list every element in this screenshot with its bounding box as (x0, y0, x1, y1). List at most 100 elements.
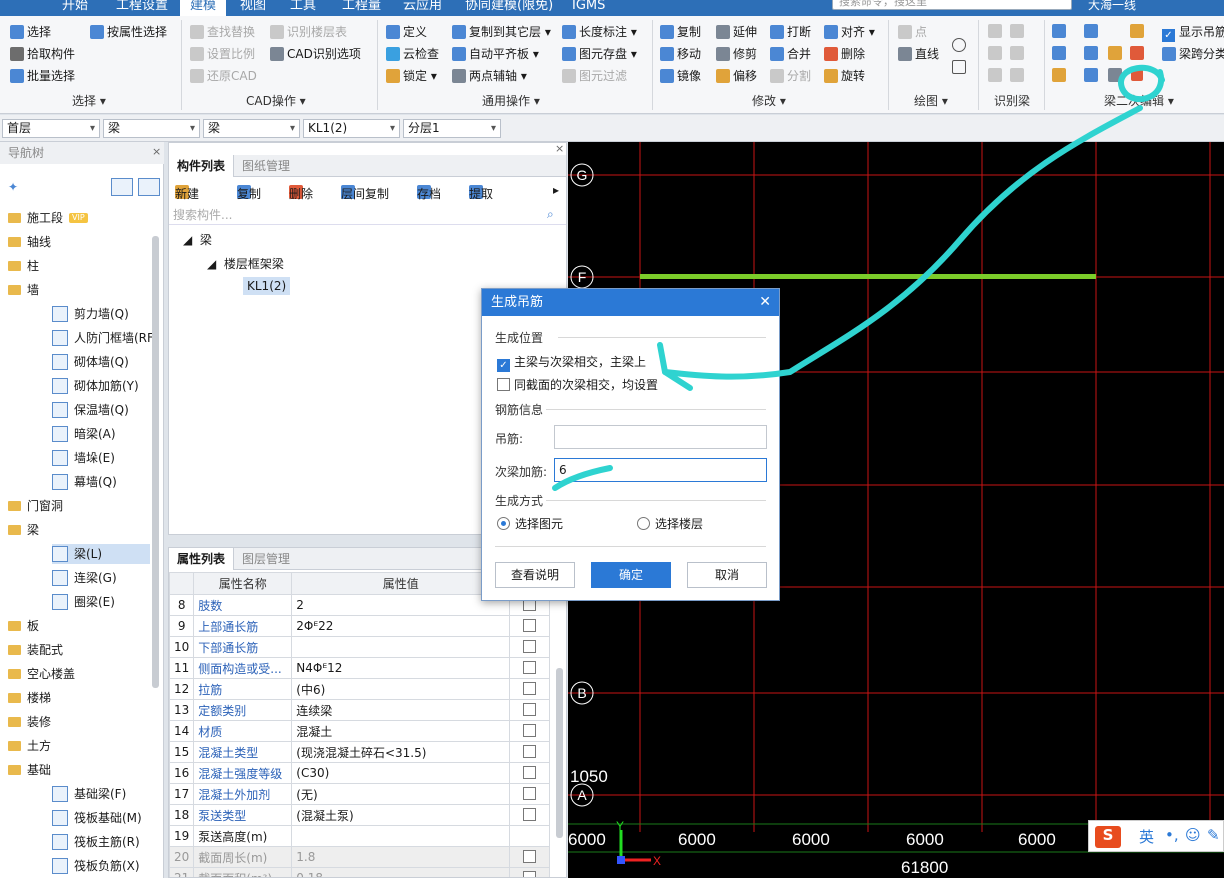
same-section-checkbox[interactable]: 同截面的次梁相交，均设置 (497, 376, 658, 393)
dialog-close-icon[interactable]: ✕ (759, 289, 771, 316)
identify-beam-icon[interactable] (988, 68, 1002, 82)
nav-item[interactable]: 剪力墙(Q) (52, 304, 150, 324)
element-filter-button[interactable]: 图元过滤 (562, 66, 627, 86)
ok-button[interactable]: 确定 (591, 562, 671, 588)
beam-edit-icon[interactable] (1052, 24, 1066, 38)
property-value[interactable]: (中6) (291, 678, 511, 700)
beam-edit-icon[interactable] (1084, 46, 1098, 60)
nav-item[interactable]: 筏板基础(M) (52, 808, 150, 828)
tab-drawing-manage[interactable]: 图纸管理 (234, 155, 298, 177)
nav-folder[interactable]: 装修 (8, 712, 51, 732)
table-row[interactable]: 9 上部通长筋 2Φᴱ22 (169, 615, 551, 637)
set-scale-button[interactable]: 设置比例 (190, 44, 255, 64)
beam-edit-icon[interactable] (1130, 46, 1144, 60)
identify-beam-icon[interactable] (1010, 24, 1024, 38)
component-select[interactable]: KL1(2) (303, 119, 400, 138)
beam-kl1[interactable] (640, 274, 1096, 279)
property-value[interactable]: 2Φᴱ22 (291, 615, 511, 637)
identify-floor-table-button[interactable]: 识别楼层表 (270, 22, 347, 42)
layer-select[interactable]: 分层1 (403, 119, 501, 138)
save-element-button[interactable]: 图元存盘 ▾ (562, 44, 637, 64)
restore-cad-button[interactable]: 还原CAD (190, 66, 257, 86)
punctuation-icon[interactable]: •, (1165, 826, 1179, 844)
beam-edit-icon[interactable] (1084, 24, 1098, 38)
property-value[interactable]: 2 (291, 594, 511, 616)
tab-cloud[interactable]: 云应用 (403, 0, 442, 16)
nav-item[interactable]: 人防门框墙(RF) (52, 328, 159, 348)
point-button[interactable]: 点 (898, 22, 927, 42)
nav-folder[interactable]: 板 (8, 616, 39, 636)
tab-tools[interactable]: 工具 (290, 0, 316, 16)
nav-folder[interactable]: 施工段 VIP (8, 208, 88, 228)
main-secondary-checkbox[interactable]: ✓ 主梁与次梁相交，主梁上 (497, 353, 646, 372)
table-row[interactable]: 19 泵送高度(m) (169, 825, 551, 847)
type-select[interactable]: 梁 (203, 119, 300, 138)
nav-item[interactable]: 暗梁(A) (52, 424, 150, 444)
mirror-button[interactable]: 镜像 (660, 66, 701, 86)
nav-item[interactable]: 基础梁(F) (52, 784, 150, 804)
split-button[interactable]: 分割 (770, 66, 811, 86)
nav-scrollbar[interactable] (152, 236, 159, 688)
beam-span-classify-button[interactable]: 梁跨分类 (1162, 44, 1224, 64)
break-button[interactable]: 打断 (770, 22, 811, 42)
ime-language[interactable]: 英 (1139, 826, 1154, 847)
tree-child[interactable]: ◢ 楼层框架梁 (207, 255, 284, 272)
table-row[interactable]: 12 拉筋 (中6) (169, 678, 551, 700)
nav-item[interactable]: 筏板负筋(X) (52, 856, 150, 876)
nav-folder[interactable]: 梁 (8, 520, 39, 540)
pick-component-button[interactable]: 拾取构件 (10, 44, 75, 64)
identify-beam-icon[interactable] (1010, 68, 1024, 82)
nav-item[interactable]: 梁(L) (52, 544, 150, 564)
table-row[interactable]: 20 截面周长(m) 1.8 (169, 846, 551, 868)
tab-component-list[interactable]: 构件列表 (169, 155, 235, 177)
move-button[interactable]: 移动 (660, 44, 701, 64)
beam-edit-icon[interactable] (1108, 68, 1122, 82)
property-scrollbar[interactable] (556, 668, 563, 838)
extend-button[interactable]: 延伸 (716, 22, 757, 42)
show-hanger-toggle[interactable]: ✓ 显示吊筋 (1162, 22, 1224, 42)
beam-edit-icon[interactable] (1052, 46, 1066, 60)
table-row[interactable]: 14 材质 混凝土 (169, 720, 551, 742)
nav-item[interactable]: 圈梁(E) (52, 592, 150, 612)
align-button[interactable]: 对齐 ▾ (824, 22, 875, 42)
property-checkbox[interactable] (523, 703, 537, 716)
pen-icon[interactable]: ✎ (1207, 826, 1220, 844)
close-icon[interactable]: × (555, 142, 564, 155)
tree-root[interactable]: ◢ 梁 (183, 231, 212, 248)
beam-edit-icon[interactable] (1130, 24, 1144, 38)
property-value[interactable] (291, 636, 511, 658)
table-row[interactable]: 15 混凝土类型 (现浇混凝土碎石<31.5) (169, 741, 551, 763)
property-value[interactable] (291, 825, 511, 847)
select-element-radio[interactable]: 选择图元 (497, 515, 563, 532)
property-value[interactable]: (混凝土泵) (291, 804, 511, 826)
rotate-button[interactable]: 旋转 (824, 66, 865, 86)
add-icon[interactable]: ✦ (8, 180, 18, 194)
property-value[interactable]: (无) (291, 783, 511, 805)
tab-layer-manage[interactable]: 图层管理 (234, 548, 298, 570)
tab-collab[interactable]: 协同建模(限免) (465, 0, 553, 16)
identify-beam-icon[interactable] (988, 24, 1002, 38)
batch-select-button[interactable]: 批量选择 (10, 66, 75, 86)
beam-edit-icon[interactable] (1052, 68, 1066, 82)
property-checkbox[interactable] (523, 682, 537, 695)
nav-folder[interactable]: 墙 (8, 280, 39, 300)
table-row[interactable]: 17 混凝土外加剂 (无) (169, 783, 551, 805)
more-icon[interactable]: ▸ (553, 183, 559, 197)
property-checkbox[interactable] (523, 766, 537, 779)
tab-start[interactable]: 开始 (62, 0, 88, 16)
user-name[interactable]: 大海一线 (1088, 0, 1136, 13)
property-checkbox[interactable] (523, 808, 537, 821)
property-value[interactable]: 混凝土 (291, 720, 511, 742)
property-checkbox[interactable] (523, 661, 537, 674)
property-checkbox[interactable] (523, 640, 537, 653)
tab-project-settings[interactable]: 工程设置 (116, 0, 168, 16)
offset-button[interactable]: 偏移 (716, 66, 757, 86)
search-icon[interactable]: ⌕ (547, 207, 554, 222)
nav-item[interactable]: 筏板主筋(R) (52, 832, 150, 852)
auto-align-slab-button[interactable]: 自动平齐板 ▾ (452, 44, 539, 64)
property-checkbox[interactable] (523, 871, 537, 877)
grid-view-icon[interactable] (138, 178, 160, 196)
identify-beam-icon[interactable] (1010, 46, 1024, 60)
table-row[interactable]: 11 侧面构造或受... N4Φᴱ12 (169, 657, 551, 679)
nav-folder[interactable]: 基础 (8, 760, 51, 780)
